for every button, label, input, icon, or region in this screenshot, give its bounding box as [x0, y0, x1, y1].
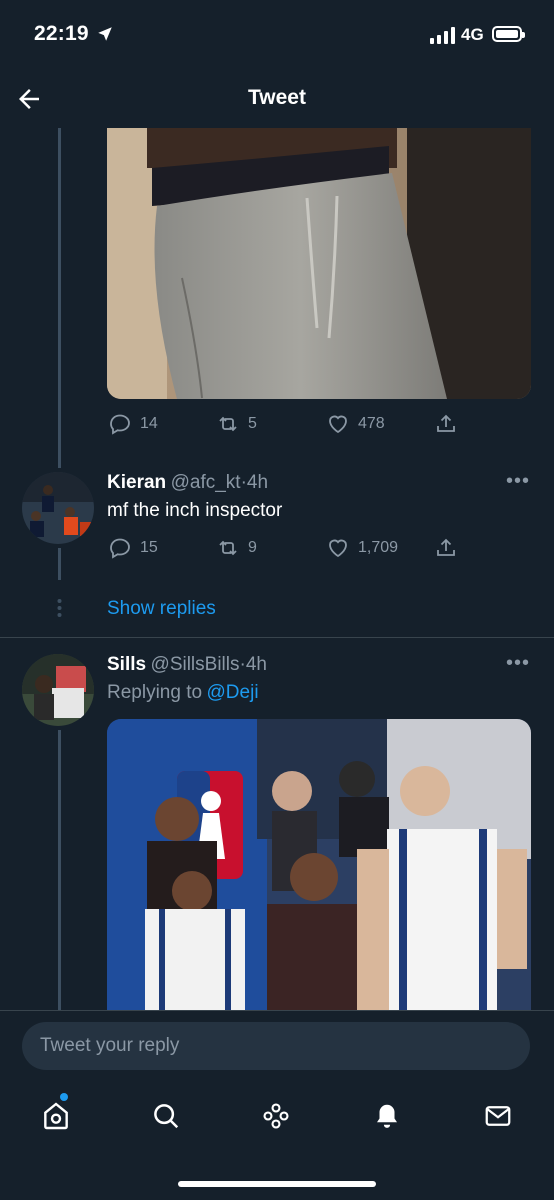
- reply-icon: [110, 538, 130, 559]
- reply-input[interactable]: Tweet your reply: [22, 1022, 530, 1070]
- retweet-icon: [219, 540, 237, 556]
- retweet-button[interactable]: 5: [216, 412, 257, 436]
- heart-icon: [329, 415, 347, 434]
- share-icon: [437, 414, 455, 432]
- handle[interactable]: @SillsBills: [151, 654, 240, 675]
- display-name[interactable]: Sills: [107, 654, 146, 675]
- tweet-header: Kieran @afc_kt·4h: [107, 472, 268, 494]
- thread-line: [58, 128, 61, 468]
- share-button[interactable]: [434, 412, 458, 436]
- status-time: 22:19: [34, 22, 89, 45]
- divider: [0, 637, 554, 638]
- cellular-signal-icon: [430, 26, 455, 44]
- battery-icon: [492, 26, 525, 42]
- like-count: 478: [358, 415, 385, 432]
- share-button[interactable]: [434, 536, 458, 560]
- reply-count: 15: [140, 539, 158, 556]
- notification-dot: [60, 1093, 68, 1101]
- replying-to-handle[interactable]: @Deji: [207, 682, 259, 703]
- tweet-text: mf the inch inspector: [107, 500, 283, 521]
- handle[interactable]: @afc_kt: [171, 472, 241, 493]
- retweet-count: 5: [248, 415, 257, 432]
- more-options-icon[interactable]: •••: [506, 652, 530, 675]
- retweet-button[interactable]: 9: [216, 536, 257, 560]
- tweet-image[interactable]: [107, 719, 531, 1010]
- page-title: Tweet: [248, 86, 306, 109]
- like-button[interactable]: 478: [326, 412, 385, 436]
- spaces-icon[interactable]: [256, 1096, 296, 1136]
- reply-button[interactable]: 15: [108, 536, 158, 560]
- thread-line: [58, 548, 61, 580]
- like-button[interactable]: 1,709: [326, 536, 398, 560]
- replying-to-prefix: Replying to: [107, 682, 203, 703]
- location-arrow-icon: [96, 25, 114, 48]
- display-name[interactable]: Kieran: [107, 472, 166, 493]
- home-icon[interactable]: [36, 1096, 76, 1136]
- thread-dots-icon: [57, 598, 62, 623]
- more-options-icon[interactable]: •••: [506, 470, 530, 493]
- replying-to: Replying to @Deji: [107, 682, 259, 704]
- search-icon[interactable]: [146, 1096, 186, 1136]
- home-indicator: [178, 1181, 376, 1187]
- tweet-header: Sills @SillsBills·4h: [107, 654, 267, 676]
- avatar[interactable]: [22, 472, 94, 544]
- thread-line: [58, 730, 61, 1010]
- show-replies-link[interactable]: Show replies: [107, 598, 216, 620]
- messages-icon[interactable]: [478, 1096, 518, 1136]
- avatar[interactable]: [22, 654, 94, 726]
- reply-button[interactable]: 14: [108, 412, 158, 436]
- retweet-count: 9: [248, 539, 257, 556]
- retweet-icon: [219, 416, 237, 432]
- timestamp: 4h: [246, 472, 269, 493]
- heart-icon: [329, 539, 347, 558]
- like-count: 1,709: [358, 539, 399, 556]
- reply-count: 14: [140, 415, 158, 432]
- network-type: 4G: [461, 25, 484, 44]
- share-icon: [437, 538, 455, 556]
- tweet-image[interactable]: [107, 128, 531, 399]
- notifications-icon[interactable]: [367, 1096, 407, 1136]
- reply-icon: [110, 414, 130, 435]
- timestamp: 4h: [245, 654, 267, 675]
